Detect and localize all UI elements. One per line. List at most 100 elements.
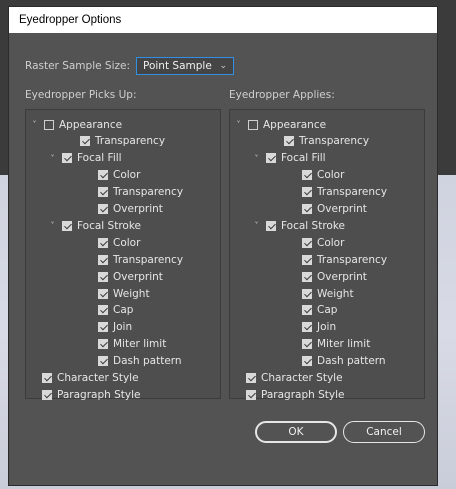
- picks-up-tree-item-transparency[interactable]: Transparency: [98, 251, 183, 268]
- picks-up-tree-item-transparency[interactable]: Transparency: [98, 184, 183, 201]
- tree-item-label: Character Style: [57, 372, 139, 384]
- checkbox[interactable]: [44, 119, 54, 130]
- checkbox[interactable]: [98, 271, 108, 282]
- checkbox[interactable]: [98, 204, 108, 214]
- checkbox[interactable]: [302, 339, 312, 350]
- tree-item-label: Overprint: [317, 203, 367, 215]
- checkbox[interactable]: [302, 356, 312, 367]
- picks-up-tree-item-focal-stroke[interactable]: ˅ Focal Stroke: [48, 217, 142, 234]
- picks-up-tree-item-cap[interactable]: Cap: [98, 302, 133, 319]
- checkbox[interactable]: [98, 288, 108, 299]
- picks-up-tree-item-paragraph-style[interactable]: Paragraph Style: [42, 386, 141, 403]
- tree-item-label: Color: [113, 236, 141, 249]
- picks-up-tree-item-overprint[interactable]: Overprint: [98, 201, 163, 218]
- ok-button[interactable]: OK: [255, 421, 337, 443]
- checkbox[interactable]: [62, 220, 72, 231]
- tree-item-label: Color: [317, 169, 345, 182]
- chevron-down-icon[interactable]: ˅: [252, 154, 261, 163]
- checkbox[interactable]: [284, 136, 294, 147]
- checkbox[interactable]: [98, 339, 108, 350]
- chevron-down-icon: ⌄: [219, 61, 227, 71]
- applies-tree-item-focal-fill[interactable]: ˅ Focal Fill: [252, 150, 326, 167]
- picks-up-tree-item-join[interactable]: Join: [98, 319, 132, 336]
- checkbox[interactable]: [98, 356, 108, 367]
- applies-tree-item-focal-stroke[interactable]: ˅ Focal Stroke: [252, 217, 346, 234]
- applies-tree-item-weight[interactable]: Weight: [302, 285, 354, 302]
- checkbox[interactable]: [302, 237, 312, 248]
- picks-up-tree-item-transparency[interactable]: Transparency: [80, 133, 165, 150]
- raster-sample-label: Raster Sample Size:: [25, 60, 130, 72]
- tree-item-label: Color: [113, 169, 141, 182]
- applies-tree-item-dash-pattern[interactable]: Dash pattern: [302, 353, 386, 370]
- applies-tree-item-join[interactable]: Join: [302, 319, 336, 336]
- picks-up-tree-item-character-style[interactable]: Character Style: [42, 370, 139, 387]
- checkbox[interactable]: [302, 204, 312, 214]
- checkbox[interactable]: [246, 389, 256, 400]
- tree-item-label: Color: [317, 236, 345, 249]
- checkbox[interactable]: [62, 153, 72, 164]
- chevron-down-icon[interactable]: ˅: [30, 120, 39, 129]
- applies-tree-item-miter-limit[interactable]: Miter limit: [302, 336, 370, 353]
- picks-up-tree: ˅ Appearance Transparency ˅ Focal Fill Color T…: [25, 109, 221, 401]
- checkbox[interactable]: [80, 136, 90, 147]
- tree-item-label: Dash pattern: [113, 355, 182, 368]
- checkbox[interactable]: [302, 305, 312, 316]
- applies-tree-item-transparency[interactable]: Transparency: [284, 133, 369, 150]
- applies-tree-item-color[interactable]: Color: [302, 167, 344, 184]
- chevron-down-icon[interactable]: ˅: [234, 120, 243, 129]
- chevron-down-icon[interactable]: ˅: [48, 221, 57, 230]
- cancel-button[interactable]: Cancel: [343, 421, 425, 443]
- checkbox[interactable]: [98, 187, 108, 198]
- tree-item-label: Miter limit: [113, 338, 167, 351]
- tree-item-label: Weight: [113, 287, 150, 300]
- applies-tree-item-cap[interactable]: Cap: [302, 302, 337, 319]
- checkbox[interactable]: [302, 170, 312, 181]
- chevron-down-icon[interactable]: ˅: [48, 154, 57, 163]
- picks-up-tree-item-color[interactable]: Color: [98, 234, 140, 251]
- checkbox[interactable]: [98, 237, 108, 248]
- checkbox[interactable]: [266, 220, 276, 231]
- tree-item-label: Overprint: [317, 270, 367, 283]
- checkbox[interactable]: [248, 119, 258, 130]
- tree-item-label: Transparency: [113, 253, 184, 266]
- checkbox[interactable]: [98, 305, 108, 316]
- applies-tree-item-character-style[interactable]: Character Style: [246, 370, 343, 387]
- picks-up-tree-item-miter-limit[interactable]: Miter limit: [98, 336, 166, 353]
- checkbox[interactable]: [302, 322, 312, 333]
- checkbox[interactable]: [302, 271, 312, 282]
- dialog-titlebar: Eyedropper Options: [9, 7, 437, 33]
- checkbox[interactable]: [98, 254, 108, 265]
- checkbox[interactable]: [98, 322, 108, 333]
- picks-up-tree-item-overprint[interactable]: Overprint: [98, 268, 163, 285]
- applies-tree-item-appearance[interactable]: ˅ Appearance: [234, 116, 327, 133]
- tree-item-label: Focal Fill: [77, 152, 122, 165]
- picks-up-tree-item-focal-fill[interactable]: ˅ Focal Fill: [48, 150, 122, 167]
- checkbox[interactable]: [302, 187, 312, 198]
- raster-sample-row: Raster Sample Size: Point Sample ⌄: [25, 57, 234, 75]
- applies-tree-item-overprint[interactable]: Overprint: [302, 201, 367, 218]
- picks-up-tree-item-appearance[interactable]: ˅ Appearance: [30, 116, 123, 133]
- checkbox[interactable]: [42, 389, 52, 400]
- dialog-title: Eyedropper Options: [19, 14, 122, 26]
- tree-item-label: Transparency: [299, 135, 370, 148]
- tree-item-label: Transparency: [317, 253, 388, 266]
- checkbox[interactable]: [42, 373, 52, 383]
- picks-up-tree-item-dash-pattern[interactable]: Dash pattern: [98, 353, 182, 370]
- applies-tree-item-color[interactable]: Color: [302, 234, 344, 251]
- picks-up-tree-item-color[interactable]: Color: [98, 167, 140, 184]
- applies-tree-item-overprint[interactable]: Overprint: [302, 268, 367, 285]
- applies-tree-item-paragraph-style[interactable]: Paragraph Style: [246, 386, 345, 403]
- applies-label: Eyedropper Applies:: [229, 89, 335, 101]
- raster-sample-select[interactable]: Point Sample ⌄: [136, 57, 234, 75]
- checkbox[interactable]: [246, 373, 256, 383]
- chevron-down-icon[interactable]: ˅: [252, 221, 261, 230]
- checkbox[interactable]: [266, 153, 276, 164]
- checkbox[interactable]: [98, 170, 108, 181]
- checkbox[interactable]: [302, 288, 312, 299]
- checkbox[interactable]: [302, 254, 312, 265]
- tree-item-label: Transparency: [113, 186, 184, 199]
- picks-up-tree-item-weight[interactable]: Weight: [98, 285, 150, 302]
- applies-tree-item-transparency[interactable]: Transparency: [302, 251, 387, 268]
- applies-tree-item-transparency[interactable]: Transparency: [302, 184, 387, 201]
- tree-item-label: Overprint: [113, 270, 163, 283]
